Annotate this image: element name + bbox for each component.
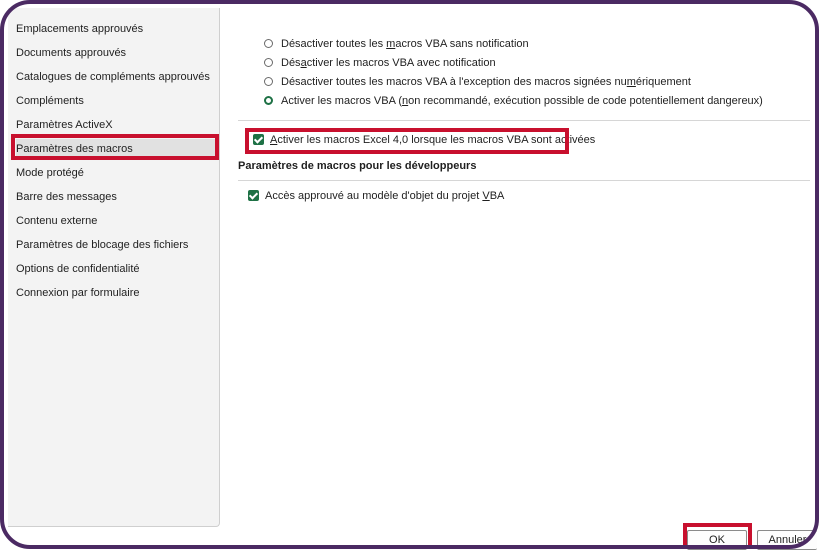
radio-button[interactable]: [264, 38, 273, 48]
option-label: Activer les macros VBA (: [281, 95, 403, 107]
option-label: Désactiver toutes les macros VBA à l'exc…: [281, 76, 627, 88]
radio-button[interactable]: [264, 76, 273, 86]
checkbox-checked[interactable]: [253, 133, 264, 145]
checkbox-label: Accès approuvé au modèle d'objet du proj…: [265, 190, 483, 202]
radio-enable-all-macros[interactable]: Activer les macros VBA (non recommandé, …: [264, 92, 763, 110]
checkbox-enable-excel4-macros[interactable]: Activer les macros Excel 4,0 lorsque les…: [253, 131, 595, 149]
checkbox-trust-vba-object-model[interactable]: Accès approuvé au modèle d'objet du proj…: [248, 187, 504, 205]
sidebar-item-parametres-macros[interactable]: Paramètres des macros: [16, 139, 216, 159]
sidebar-item-barre-messages[interactable]: Barre des messages: [16, 187, 216, 207]
checkbox-label-accesskey: V: [482, 190, 490, 202]
section-title-developer: Paramètres de macros pour les développeu…: [238, 160, 477, 172]
sidebar-item-catalogues-complements[interactable]: Catalogues de compléments approuvés: [16, 67, 216, 87]
option-label-rest: on recommandé, exécution possible de cod…: [408, 95, 763, 107]
ok-button[interactable]: OK: [687, 530, 747, 550]
checkbox-label-rest: BA: [489, 190, 505, 202]
option-label-rest: ériquement: [635, 76, 691, 88]
radio-disable-all-no-notification[interactable]: Désactiver toutes les macros VBA sans no…: [264, 35, 529, 53]
sidebar-item-documents-approuves[interactable]: Documents approuvés: [16, 43, 216, 63]
option-label-accesskey: m: [386, 38, 396, 50]
option-label: Désactiver toutes les: [281, 38, 387, 50]
checkbox-label: ctiver les macros Excel 4,0 lorsque les …: [277, 134, 596, 146]
option-label-accesskey: m: [626, 76, 636, 88]
sidebar-item-emplacements-approuves[interactable]: Emplacements approuvés: [16, 19, 216, 39]
cancel-button[interactable]: Annuler: [757, 530, 817, 550]
sidebar-item-parametres-activex[interactable]: Paramètres ActiveX: [16, 115, 216, 135]
divider: [238, 120, 810, 121]
sidebar-item-contenu-externe[interactable]: Contenu externe: [16, 211, 216, 231]
sidebar-item-connexion-formulaire[interactable]: Connexion par formulaire: [16, 283, 216, 303]
option-label: Dés: [281, 57, 301, 69]
checkbox-checked[interactable]: [248, 189, 259, 201]
sidebar-item-mode-protege[interactable]: Mode protégé: [16, 163, 216, 183]
radio-disable-except-signed[interactable]: Désactiver toutes les macros VBA à l'exc…: [264, 73, 691, 91]
option-label-rest: ctiver les macros VBA avec notification: [306, 57, 496, 69]
sidebar-item-blocage-fichiers[interactable]: Paramètres de blocage des fichiers: [16, 235, 216, 255]
sidebar-item-complements[interactable]: Compléments: [16, 91, 216, 111]
radio-button-selected[interactable]: [264, 95, 273, 105]
option-label-rest: acros VBA sans notification: [395, 38, 529, 50]
sidebar-item-confidentialite[interactable]: Options de confidentialité: [16, 259, 216, 279]
radio-button[interactable]: [264, 57, 273, 67]
sidebar: Emplacements approuvés Documents approuv…: [8, 8, 220, 527]
radio-disable-with-notification[interactable]: Désactiver les macros VBA avec notificat…: [264, 54, 496, 72]
divider: [238, 180, 810, 181]
